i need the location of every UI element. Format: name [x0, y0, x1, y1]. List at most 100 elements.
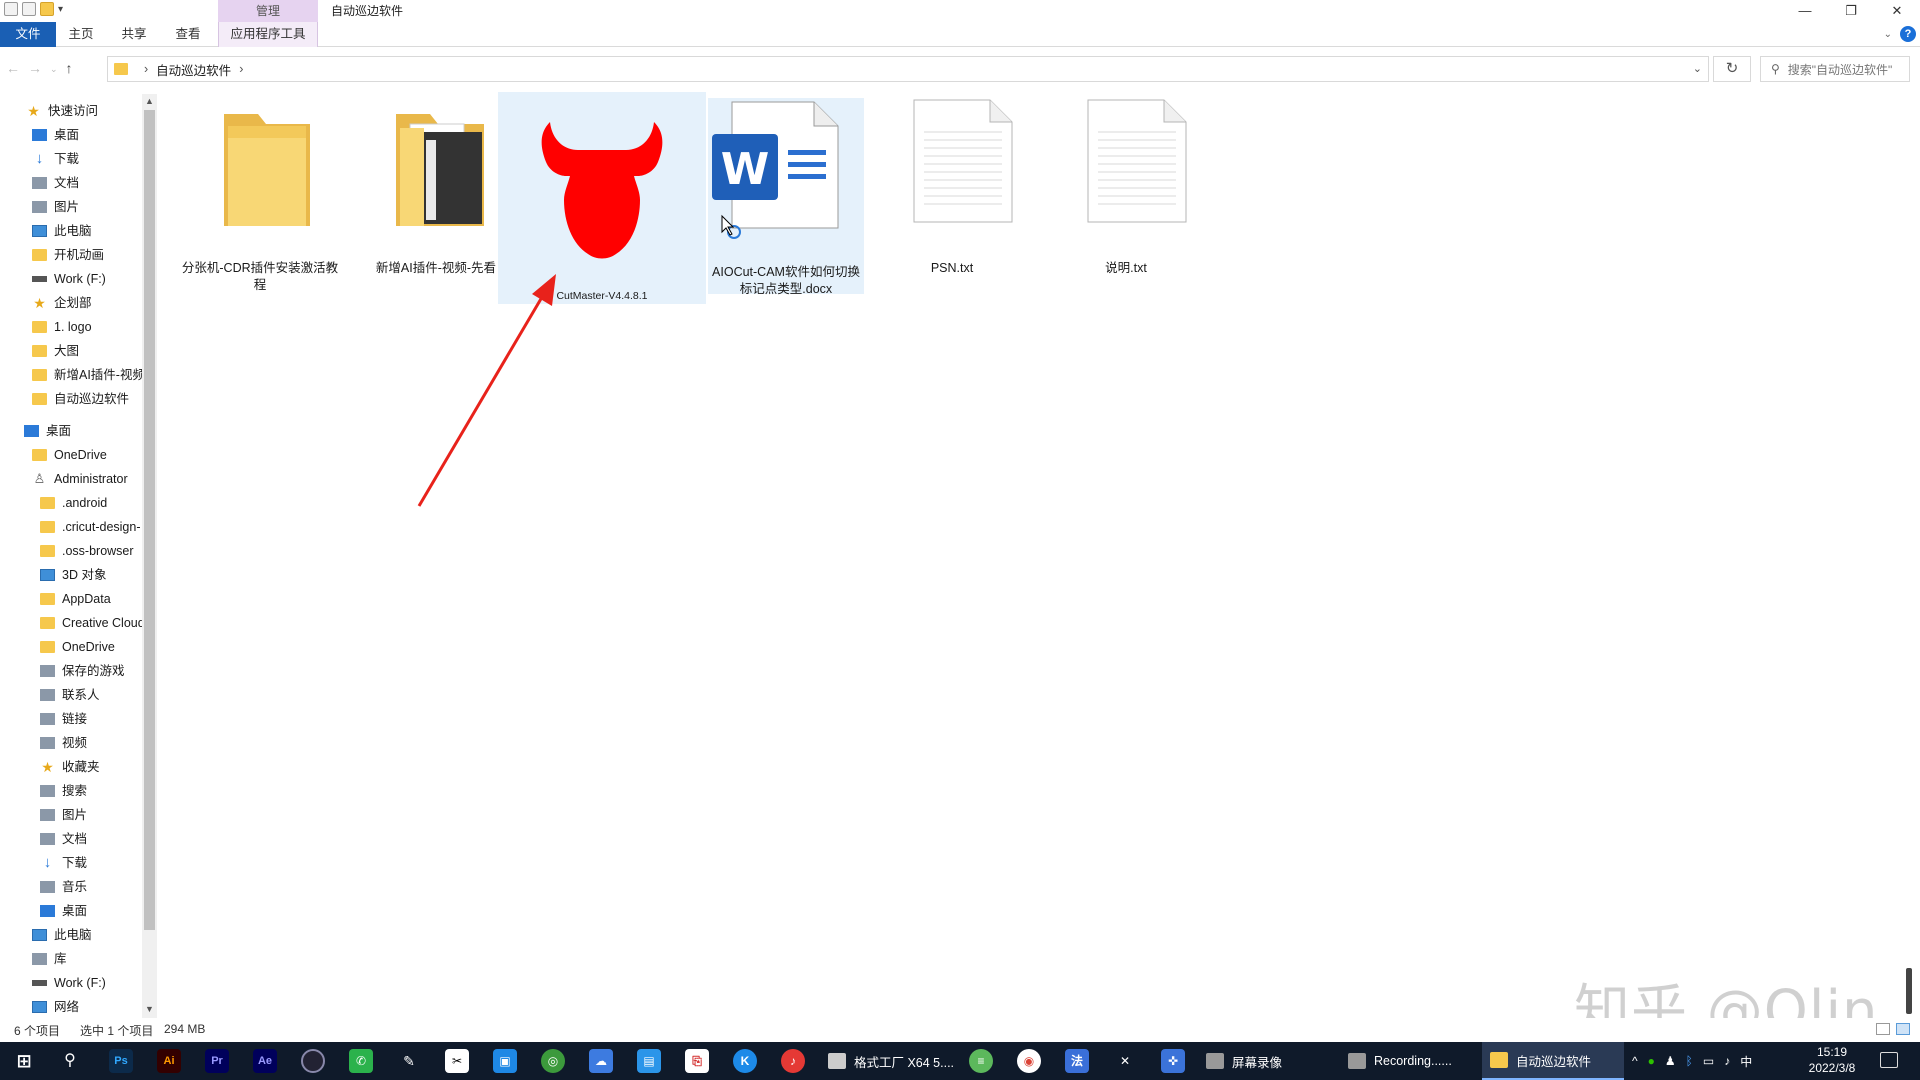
sidebar-quick-access[interactable]: ★ 快速访问 — [26, 100, 98, 122]
phone-app-icon[interactable]: ✆ — [349, 1049, 373, 1073]
sidebar-item[interactable]: ↓下载📌 — [32, 148, 79, 170]
minimize-button[interactable]: — — [1782, 0, 1828, 22]
after-effects-icon[interactable]: Ae — [253, 1049, 277, 1073]
sidebar-item[interactable]: 音乐 — [40, 876, 87, 898]
sidebar-item[interactable]: 图片 — [40, 804, 87, 826]
scroll-up-icon[interactable]: ▲ — [142, 94, 157, 108]
bluetooth-icon[interactable]: ᛒ — [1686, 1054, 1693, 1068]
blue-app-icon[interactable]: 法 — [1065, 1049, 1089, 1073]
tools-icon[interactable]: ✂ — [445, 1049, 469, 1073]
green-circle-app-icon[interactable]: ≡ — [969, 1049, 993, 1073]
sidebar-item[interactable]: .cricut-design- — [40, 516, 141, 538]
sidebar-item[interactable]: 文档📌 — [32, 172, 79, 194]
search-input[interactable]: ⚲ 搜索"自动巡边软件" — [1760, 56, 1910, 82]
sidebar-item[interactable]: ♙ Administrator — [32, 468, 128, 490]
file-item-application-selected[interactable]: CutMaster-V4.4.8.1 — [498, 92, 706, 304]
pen-tool-icon[interactable]: ✎ — [397, 1049, 421, 1073]
qq-icon[interactable]: ♟ — [1665, 1054, 1676, 1068]
ime-indicator[interactable]: 中 — [1740, 1053, 1752, 1070]
sidebar-item[interactable]: .oss-browser — [40, 540, 134, 562]
sidebar-item[interactable]: OneDrive — [40, 636, 115, 658]
file-item-folder[interactable]: 新增AI插件-视频-先看 — [356, 96, 516, 292]
chrome-icon[interactable]: ◉ — [1017, 1049, 1041, 1073]
close-button[interactable]: ✕ — [1874, 0, 1920, 22]
up-arrow-icon[interactable]: ↑ — [66, 60, 73, 78]
sidebar-item[interactable]: 图片📌 — [32, 196, 79, 218]
network-icon[interactable]: ▭ — [1703, 1054, 1714, 1068]
sidebar-item[interactable]: 1. logo — [32, 316, 92, 338]
address-dropdown-icon[interactable]: ⌄ — [1693, 62, 1702, 75]
sidebar-item[interactable]: ↓ 下载 — [40, 852, 87, 874]
sidebar-item[interactable]: OneDrive — [32, 444, 107, 466]
premiere-icon[interactable]: Pr — [205, 1049, 229, 1073]
cloud-app-icon[interactable]: ☁ — [589, 1049, 613, 1073]
tab-share[interactable]: 共享 — [106, 22, 162, 47]
file-item-docx[interactable]: W AIOCut-CAM软件如何切换 标记点类型.docx — [708, 98, 864, 296]
sidebar-item[interactable]: 库 — [32, 948, 67, 970]
sidebar-item[interactable]: 网络 — [32, 996, 79, 1018]
sidebar-item[interactable]: 搜索 — [40, 780, 87, 802]
content-scroll-indicator[interactable] — [1906, 968, 1912, 1014]
sidebar-item[interactable]: 链接 — [40, 708, 87, 730]
photoshop-icon[interactable]: Ps — [109, 1049, 133, 1073]
address-bar[interactable]: › 自动巡边软件 › ⌄ — [107, 56, 1709, 82]
kugou-icon[interactable]: K — [733, 1049, 757, 1073]
start-windows-icon[interactable]: ⊞ — [12, 1049, 36, 1073]
window-app-icon[interactable]: ▣ — [493, 1049, 517, 1073]
sidebar-item[interactable]: 3D 对象 — [40, 564, 106, 586]
restore-button[interactable]: ❐ — [1828, 0, 1874, 22]
breadcrumb-current[interactable]: 自动巡边软件 — [156, 60, 231, 79]
book-app-icon[interactable]: ▤ — [637, 1049, 661, 1073]
cinema4d-icon[interactable] — [301, 1049, 325, 1073]
sidebar-item[interactable]: 新增AI插件-视频 — [32, 364, 145, 386]
wechat-icon[interactable]: ● — [1648, 1054, 1655, 1068]
show-hidden-icons-icon[interactable]: ^ — [1632, 1054, 1638, 1068]
sidebar-item[interactable]: 视频 — [40, 732, 87, 754]
sidebar-item[interactable]: 联系人 — [40, 684, 100, 706]
sidebar-item[interactable]: 大图 — [32, 340, 79, 362]
file-item-txt[interactable]: PSN.txt — [872, 96, 1032, 292]
taskbar-app-format-factory[interactable]: 格式工厂 X64 5.... — [820, 1042, 960, 1080]
taskbar-app-recording[interactable]: Recording...... — [1340, 1042, 1480, 1080]
properties-icon[interactable] — [4, 2, 18, 16]
breadcrumb-chevron-icon[interactable]: › — [144, 62, 148, 76]
taskbar-app-explorer[interactable]: 自动巡边软件 — [1482, 1042, 1624, 1080]
capcut-icon[interactable]: ✕ — [1113, 1049, 1137, 1073]
sidebar-item[interactable]: Work (F:)📌 — [32, 268, 106, 290]
sidebar-item[interactable]: ★企划部📌 — [32, 292, 91, 314]
pin-app-icon[interactable]: ✜ — [1161, 1049, 1185, 1073]
taskbar-app-screen-recorder[interactable]: 屏幕录像 — [1198, 1042, 1338, 1080]
sidebar-item[interactable]: 此电脑 — [32, 924, 92, 946]
sidebar-scroll-thumb[interactable] — [144, 110, 155, 930]
new-folder-icon[interactable] — [40, 2, 54, 16]
expand-ribbon-icon[interactable]: ⌄ — [1884, 29, 1892, 40]
sidebar-item[interactable]: ★ 收藏夹 — [40, 756, 99, 778]
search-icon[interactable]: ⚲ — [58, 1049, 82, 1073]
refresh-button[interactable]: ↻ — [1713, 56, 1751, 82]
green-app-icon[interactable]: ◎ — [541, 1049, 565, 1073]
tab-file[interactable]: 文件 — [0, 22, 56, 47]
tab-home[interactable]: 主页 — [56, 22, 106, 47]
tab-view[interactable]: 查看 — [162, 22, 214, 47]
file-item-folder[interactable]: 分张机-CDR插件安装激活教 程 — [180, 96, 340, 292]
qat-dropdown-icon[interactable]: ▾ — [58, 4, 63, 15]
illustrator-icon[interactable]: Ai — [157, 1049, 181, 1073]
sidebar-item[interactable]: 开机动画📌 — [32, 244, 104, 266]
sidebar-desktop[interactable]: 桌面 — [24, 420, 71, 442]
sidebar-item[interactable]: 桌面 — [40, 900, 87, 922]
large-icons-view-icon[interactable] — [1896, 1023, 1910, 1035]
clock[interactable]: 15:19 2022/3/8 — [1796, 1044, 1868, 1076]
sidebar-item[interactable]: AppData — [40, 588, 111, 610]
sidebar-item[interactable]: .android — [40, 492, 107, 514]
sidebar-item[interactable]: 桌面📌 — [32, 124, 79, 146]
netease-music-icon[interactable]: ♪ — [781, 1049, 805, 1073]
sidebar-item[interactable]: 文档 — [40, 828, 87, 850]
volume-icon[interactable]: ♪ — [1724, 1054, 1730, 1068]
sidebar-item[interactable]: 保存的游戏 — [40, 660, 125, 682]
tab-app-tools[interactable]: 应用程序工具 — [218, 22, 318, 47]
notification-center-icon[interactable] — [1880, 1052, 1898, 1068]
new-file-icon[interactable] — [22, 2, 36, 16]
file-item-txt[interactable]: 说明.txt — [1046, 96, 1206, 292]
sidebar-item[interactable]: 此电脑📌 — [32, 220, 92, 242]
sidebar-item[interactable]: Work (F:) — [32, 972, 106, 994]
